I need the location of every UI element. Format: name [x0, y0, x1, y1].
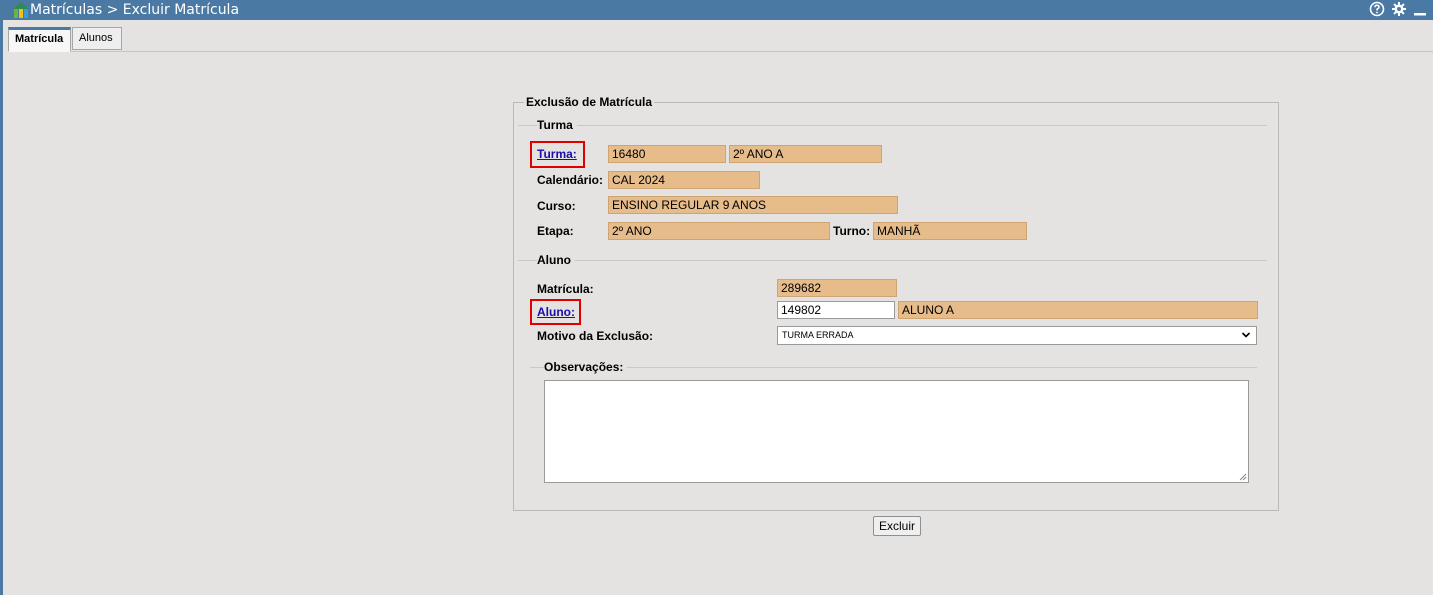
observacoes-divider — [530, 367, 1257, 368]
etapa-label: Etapa: — [537, 224, 574, 238]
gear-icon[interactable] — [1391, 1, 1407, 20]
chevron-down-icon — [1241, 332, 1251, 338]
help-icon[interactable] — [1369, 1, 1385, 20]
motivo-label: Motivo da Exclusão: — [537, 329, 654, 343]
motivo-select[interactable]: TURMA ERRADA — [777, 326, 1257, 345]
aluno-section-legend: Aluno — [537, 253, 575, 267]
matricula-field: 289682 — [777, 279, 897, 297]
curso-label: Curso: — [537, 199, 576, 213]
tab-matricula[interactable]: Matrícula — [8, 27, 71, 52]
observacoes-textarea[interactable] — [544, 380, 1249, 483]
calendario-field: CAL 2024 — [608, 171, 760, 189]
left-border — [0, 20, 3, 595]
app-logo-icon — [13, 2, 29, 18]
aluno-divider — [518, 260, 1267, 261]
curso-field: ENSINO REGULAR 9 ANOS — [608, 196, 898, 214]
tab-divider — [8, 51, 1433, 52]
turma-divider — [518, 125, 1267, 126]
etapa-field: 2º ANO — [608, 222, 830, 240]
calendario-label: Calendário: — [537, 173, 604, 187]
turma-codigo-field: 16480 — [608, 145, 726, 163]
matricula-label: Matrícula: — [537, 282, 594, 296]
observacoes-legend: Observações: — [544, 360, 628, 374]
minimize-icon[interactable] — [1413, 1, 1427, 20]
window-title: Matrículas > Excluir Matrícula — [30, 2, 240, 18]
aluno-codigo-input[interactable]: 149802 — [777, 301, 895, 319]
window-controls — [1369, 1, 1427, 19]
resize-grip-icon[interactable] — [1239, 473, 1247, 481]
tab-alunos[interactable]: Alunos — [72, 27, 122, 50]
aluno-link[interactable]: Aluno: — [537, 304, 575, 320]
turno-field: MANHÃ — [873, 222, 1027, 240]
turno-label: Turno: — [833, 224, 871, 238]
exclusao-legend: Exclusão de Matrícula — [526, 95, 653, 109]
motivo-selected-value: TURMA ERRADA — [782, 330, 854, 340]
excluir-button[interactable]: Excluir — [873, 516, 922, 536]
aluno-nome-field: ALUNO A — [898, 301, 1258, 319]
turma-link[interactable]: Turma: — [537, 146, 577, 162]
turma-nome-field: 2º ANO A — [729, 145, 882, 163]
title-bar: Matrículas > Excluir Matrícula — [0, 0, 1433, 20]
turma-section-legend: Turma — [537, 118, 577, 132]
